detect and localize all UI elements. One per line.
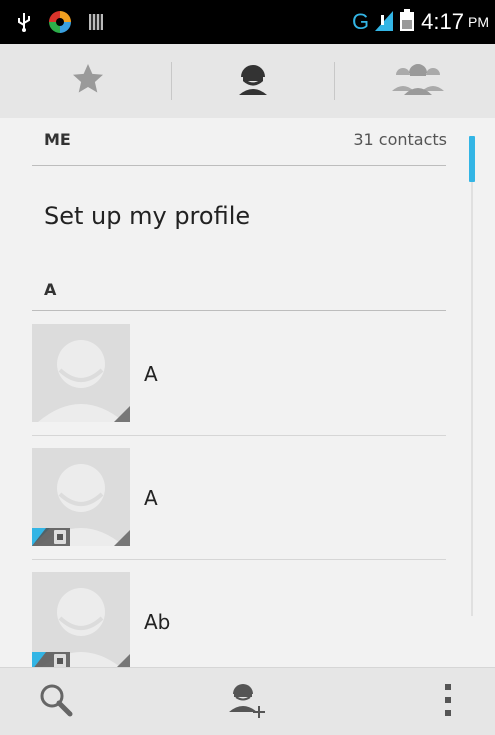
group-icon <box>392 61 444 101</box>
scrollbar-track <box>471 136 473 616</box>
overflow-menu-button[interactable] <box>408 668 488 735</box>
add-contact-icon <box>225 680 269 724</box>
signal-icon <box>375 9 394 35</box>
tab-divider <box>334 62 335 100</box>
app-notification-icon <box>48 10 72 38</box>
contact-list[interactable]: ME 31 contacts Set up my profile A A A A… <box>0 118 495 667</box>
contact-row[interactable]: A <box>32 448 446 546</box>
storage-icon <box>88 12 104 36</box>
contact-row[interactable]: Ab <box>32 572 446 667</box>
tab-contacts[interactable] <box>171 44 335 118</box>
scrollbar-thumb[interactable] <box>469 136 475 182</box>
divider <box>32 165 446 166</box>
system-status: G 4:17 PM <box>352 8 489 36</box>
contact-row[interactable]: A <box>32 324 446 422</box>
search-icon <box>38 682 74 722</box>
clock-time: 4:17 <box>421 9 464 34</box>
clock-ampm: PM <box>468 14 489 30</box>
search-button[interactable] <box>16 668 96 735</box>
notification-icons <box>16 10 104 38</box>
star-icon <box>70 61 106 101</box>
contact-name: A <box>144 486 158 510</box>
contact-name: Ab <box>144 610 171 634</box>
overflow-menu-icon <box>443 682 453 722</box>
battery-icon <box>399 8 415 36</box>
setup-profile-item[interactable]: Set up my profile <box>44 202 250 230</box>
person-icon <box>235 61 271 101</box>
usb-icon <box>16 12 32 36</box>
tab-groups[interactable] <box>336 44 495 118</box>
bottom-action-bar <box>0 667 495 735</box>
contact-count: 31 contacts <box>353 130 447 149</box>
row-divider <box>32 559 446 560</box>
add-contact-button[interactable] <box>207 668 287 735</box>
contact-avatar[interactable] <box>32 448 130 546</box>
contact-avatar[interactable] <box>32 324 130 422</box>
divider <box>32 310 446 311</box>
row-divider <box>32 435 446 436</box>
me-section-header: ME <box>44 130 71 149</box>
tab-favorites[interactable] <box>6 44 170 118</box>
contact-avatar[interactable] <box>32 572 130 667</box>
status-bar: G 4:17 PM <box>0 0 495 44</box>
tab-bar <box>0 44 495 162</box>
network-type: G <box>352 9 370 34</box>
contact-name: A <box>144 362 158 386</box>
section-header-a: A <box>44 280 57 299</box>
